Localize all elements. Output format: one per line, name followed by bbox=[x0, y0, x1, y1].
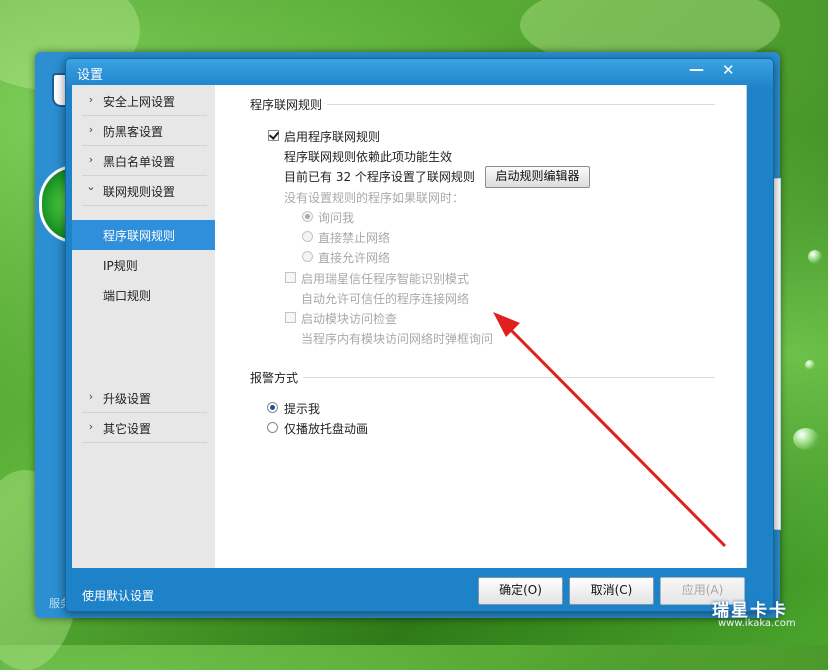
annotation-arrow bbox=[493, 312, 727, 548]
watermark-url: www.ikaka.com bbox=[718, 618, 796, 629]
annotation-arrow-shaft bbox=[504, 323, 727, 548]
watermark: 瑞星卡卡 www.ikaka.com bbox=[708, 596, 820, 636]
